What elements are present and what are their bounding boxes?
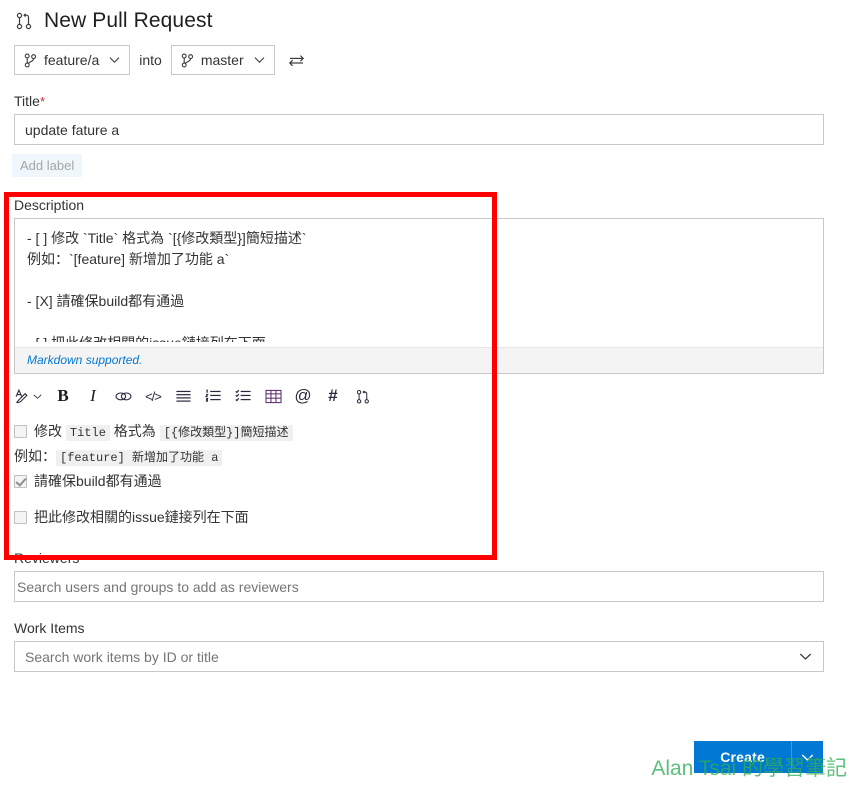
markdown-preview: 修改 Title 格式為 [{修改類型}]簡短描述 例如： [feature] 新… xyxy=(0,410,816,529)
source-branch-picker[interactable]: feature/a xyxy=(14,45,131,75)
bold-icon[interactable]: B xyxy=(48,382,78,410)
description-section: Description - [ ] 修改 `Title` 格式為 `[{修改類型… xyxy=(0,177,862,374)
preview-task-item: 請確保build都有通過 xyxy=(14,470,816,493)
numbered-list-icon[interactable] xyxy=(198,382,228,410)
add-label-button[interactable]: Add label xyxy=(12,154,83,177)
task-text-part: 請確保build都有通過 xyxy=(34,473,162,489)
page-title: New Pull Request xyxy=(44,9,213,32)
task-checkbox[interactable] xyxy=(14,511,27,524)
mention-icon[interactable]: @ xyxy=(288,382,318,410)
work-items-combo xyxy=(14,641,824,672)
work-items-field-group: Work Items xyxy=(0,602,862,672)
description-textarea[interactable]: - [ ] 修改 `Title` 格式為 `[{修改類型}]簡短描述` 例如：`… xyxy=(15,219,823,342)
reviewers-combo xyxy=(14,571,824,602)
target-branch-name: master xyxy=(200,52,244,68)
work-item-label: # xyxy=(328,386,338,405)
task-text-part: 把此修改相關的issue鏈接列在下面 xyxy=(34,509,249,525)
code-icon[interactable]: </> xyxy=(138,382,168,410)
branch-icon xyxy=(24,53,37,68)
swap-arrows-icon xyxy=(288,53,305,68)
task-text: 把此修改相關的issue鏈接列在下面 xyxy=(34,506,816,529)
work-items-label: Work Items xyxy=(14,620,85,636)
markdown-supported-note: Markdown supported. xyxy=(15,347,823,373)
text-style-icon[interactable] xyxy=(8,382,48,410)
italic-icon[interactable]: I xyxy=(78,382,108,410)
into-label: into xyxy=(139,52,162,68)
description-editor: - [ ] 修改 `Title` 格式為 `[{修改類型}]簡短描述` 例如：`… xyxy=(14,218,824,374)
table-icon[interactable] xyxy=(258,382,288,410)
italic-label: I xyxy=(90,386,96,405)
branch-selector-row: feature/a into master xyxy=(0,33,862,75)
chevron-down-icon xyxy=(254,56,265,64)
target-branch-picker[interactable]: master xyxy=(170,45,275,75)
preview-sub-line: 例如： [feature] 新增加了功能 a xyxy=(14,445,816,470)
title-input[interactable] xyxy=(14,114,824,145)
description-label: Description xyxy=(14,197,85,213)
task-list-icon[interactable] xyxy=(228,382,258,410)
inline-code: [{修改類型}]簡短描述 xyxy=(159,425,293,441)
title-label-text: Title xyxy=(14,93,40,109)
pull-request-link-icon[interactable] xyxy=(348,382,378,410)
preview-task-item: 把此修改相關的issue鏈接列在下面 xyxy=(14,506,816,529)
required-asterisk: * xyxy=(39,94,45,109)
page-header: New Pull Request xyxy=(0,0,862,33)
sub-line-text: 例如： xyxy=(14,448,56,464)
title-field-label: Title* xyxy=(14,93,862,109)
task-checkbox-checked[interactable] xyxy=(14,475,27,488)
source-branch-name: feature/a xyxy=(44,52,100,68)
task-checkbox[interactable] xyxy=(14,425,27,438)
swap-branches-button[interactable] xyxy=(284,51,309,70)
title-field-group: Title* xyxy=(0,75,862,145)
work-items-input[interactable] xyxy=(14,641,824,672)
pull-request-icon xyxy=(14,11,34,31)
bullet-list-icon[interactable] xyxy=(168,382,198,410)
chevron-down-icon xyxy=(109,56,120,64)
form-actions: Create xyxy=(694,741,823,773)
task-text: 修改 Title 格式為 [{修改類型}]簡短描述 xyxy=(34,420,816,445)
inline-code: Title xyxy=(65,425,110,441)
markdown-toolbar: B I </> @ # xyxy=(0,374,816,410)
create-options-dropdown-button[interactable] xyxy=(791,741,823,773)
reviewers-label: Reviewers xyxy=(14,550,80,566)
reviewers-input[interactable] xyxy=(14,571,824,602)
reviewers-field-group: Reviewers xyxy=(0,532,862,602)
create-button[interactable]: Create xyxy=(694,741,791,773)
work-item-icon[interactable]: # xyxy=(318,382,348,410)
task-text-part: 修改 xyxy=(34,423,66,439)
code-label: </> xyxy=(145,388,162,404)
task-text: 請確保build都有通過 xyxy=(34,470,816,493)
bold-label: B xyxy=(57,386,69,405)
task-text-part: 格式為 xyxy=(109,423,160,439)
preview-task-item: 修改 Title 格式為 [{修改類型}]簡短描述 xyxy=(14,420,816,445)
branch-icon xyxy=(181,53,194,68)
link-icon[interactable] xyxy=(108,382,138,410)
mention-label: @ xyxy=(294,386,312,405)
inline-code: [feature] 新增加了功能 a xyxy=(56,450,223,466)
chevron-down-icon xyxy=(801,753,814,762)
